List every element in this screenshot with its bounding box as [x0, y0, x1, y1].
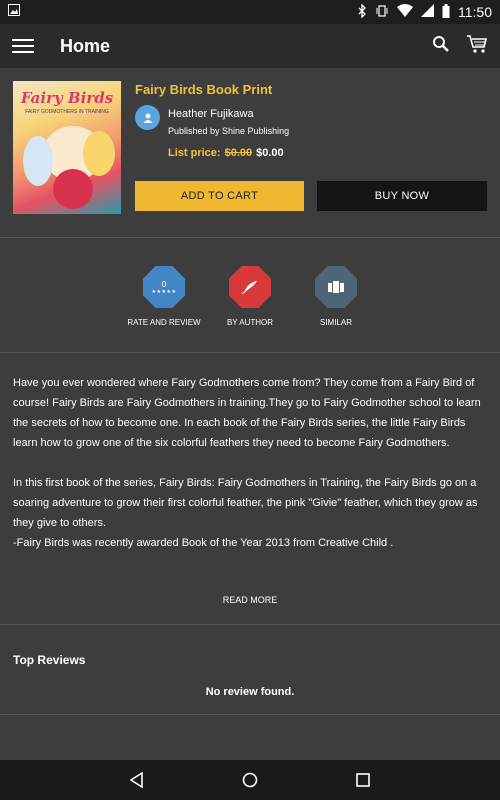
price-label: List price: [168, 147, 221, 159]
wifi-icon [397, 4, 413, 20]
menu-icon[interactable] [12, 39, 34, 53]
buy-now-button[interactable]: BUY NOW [317, 181, 487, 211]
rate-and-review-label: RATE AND REVIEW [127, 318, 201, 327]
description-section: Have you ever wondered where Fairy Godmo… [0, 353, 500, 625]
old-price: $0.00 [224, 147, 253, 159]
cover-title: Fairy Birds [20, 89, 114, 107]
no-review-text: No review found. [205, 686, 295, 698]
app-bar: Home [0, 24, 500, 68]
description-paragraph-2: In this first book of the series, Fairy … [13, 477, 478, 529]
signal-icon [421, 4, 434, 20]
quill-icon [241, 281, 257, 295]
star-icons: ★★★★★ [151, 288, 177, 295]
author-name[interactable]: Heather Fujikawa [168, 108, 254, 120]
reviews-heading: Top Reviews [13, 653, 86, 667]
vibrate-icon [375, 4, 389, 21]
product-header: Fairy Birds FAIRY GODMOTHERS IN TRAINING… [0, 68, 500, 238]
home-icon[interactable] [235, 765, 265, 795]
status-bar: 11:50 [0, 0, 500, 24]
page-title: Home [60, 35, 111, 56]
bluetooth-icon [357, 2, 367, 21]
author-avatar[interactable] [135, 105, 160, 130]
battery-icon [442, 3, 450, 21]
recents-icon[interactable] [348, 765, 378, 795]
cart-icon[interactable] [466, 34, 488, 59]
image-icon [8, 3, 20, 21]
new-price: $0.00 [256, 147, 284, 159]
system-nav-bar [0, 760, 500, 800]
description-paragraph-1: Have you ever wondered where Fairy Godmo… [13, 377, 481, 449]
cover-subtitle: FAIRY GODMOTHERS IN TRAINING [25, 109, 109, 115]
similar-label: SIMILAR [319, 318, 352, 327]
description-paragraph-3: -Fairy Birds was recently awarded Book o… [13, 537, 394, 549]
by-author-button[interactable]: BY AUTHOR [205, 266, 295, 327]
reviews-section: Top Reviews No review found. [0, 625, 500, 715]
rate-and-review-button[interactable]: 0 ★★★★★ RATE AND REVIEW [119, 266, 209, 327]
status-time: 11:50 [458, 4, 492, 20]
back-icon[interactable] [122, 765, 152, 795]
rating-badge: 0 ★★★★★ [143, 266, 185, 308]
book-cover[interactable]: Fairy Birds FAIRY GODMOTHERS IN TRAINING [13, 81, 121, 214]
similar-badge [315, 266, 357, 308]
books-icon [328, 281, 344, 293]
by-author-label: BY AUTHOR [226, 318, 274, 327]
price-row: List price: $0.00 $0.00 [168, 147, 284, 159]
similar-button[interactable]: SIMILAR [291, 266, 381, 327]
rating-count: 0 [161, 279, 167, 289]
person-icon [143, 113, 152, 123]
book-title: Fairy Birds Book Print [135, 82, 273, 97]
search-icon[interactable] [432, 35, 450, 58]
read-more-link[interactable]: READ MORE [0, 590, 500, 610]
add-to-cart-button[interactable]: ADD TO CART [135, 181, 304, 211]
quill-badge [229, 266, 271, 308]
actions-row: 0 ★★★★★ RATE AND REVIEW BY AUTHOR SIMILA… [0, 238, 500, 353]
publisher-text: Published by Shine Publishing [168, 126, 290, 136]
